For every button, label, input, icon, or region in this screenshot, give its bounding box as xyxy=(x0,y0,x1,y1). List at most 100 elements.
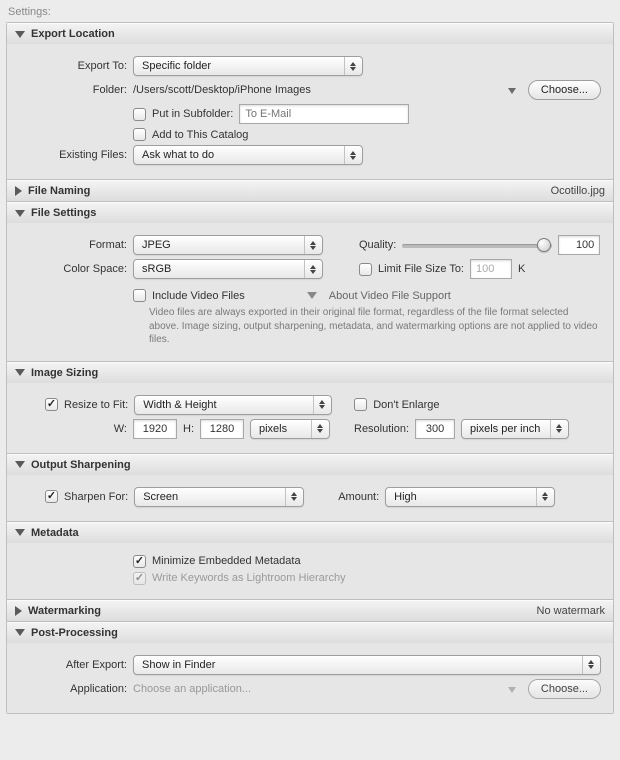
disclosure-down-icon xyxy=(15,461,25,468)
resolution-label: Resolution: xyxy=(354,423,409,435)
section-watermarking: Watermarking No watermark xyxy=(7,600,613,622)
updown-icon xyxy=(313,396,327,414)
size-unit-select[interactable]: pixels xyxy=(250,419,330,439)
section-title: Output Sharpening xyxy=(31,459,605,471)
section-header-file-naming[interactable]: File Naming Ocotillo.jpg xyxy=(7,180,613,201)
section-export-location: Export Location Export To: Specific fold… xyxy=(7,23,613,180)
include-video-checkbox[interactable] xyxy=(133,289,146,302)
resize-to-fit-checkbox[interactable] xyxy=(45,398,58,411)
section-header-watermarking[interactable]: Watermarking No watermark xyxy=(7,600,613,621)
folder-dropdown-icon[interactable] xyxy=(508,88,516,94)
width-input[interactable] xyxy=(133,419,177,439)
amount-select[interactable]: High xyxy=(385,487,555,507)
section-file-naming: File Naming Ocotillo.jpg xyxy=(7,180,613,202)
dont-enlarge-checkbox[interactable] xyxy=(354,398,367,411)
format-select[interactable]: JPEG xyxy=(133,235,323,255)
height-input[interactable] xyxy=(200,419,244,439)
amount-label: Amount: xyxy=(338,491,379,503)
put-in-subfolder-label: Put in Subfolder: xyxy=(152,108,233,120)
format-label: Format: xyxy=(19,239,127,251)
color-space-label: Color Space: xyxy=(19,263,127,275)
put-in-subfolder-checkbox[interactable] xyxy=(133,108,146,121)
sharpen-for-label: Sharpen For: xyxy=(64,491,128,503)
file-naming-aux: Ocotillo.jpg xyxy=(551,185,605,197)
export-to-select[interactable]: Specific folder xyxy=(133,56,363,76)
about-video-label[interactable]: About Video File Support xyxy=(329,290,451,302)
minimize-metadata-checkbox[interactable] xyxy=(133,555,146,568)
quality-label: Quality: xyxy=(359,239,396,251)
disclosure-down-icon[interactable] xyxy=(307,292,317,299)
resize-to-fit-label: Resize to Fit: xyxy=(64,399,128,411)
section-image-sizing: Image Sizing Resize to Fit: Width & Heig… xyxy=(7,362,613,454)
disclosure-down-icon xyxy=(15,369,25,376)
choose-folder-button[interactable]: Choose... xyxy=(528,80,601,100)
updown-icon xyxy=(344,146,358,164)
after-export-value: Show in Finder xyxy=(142,659,578,671)
choose-application-button[interactable]: Choose... xyxy=(528,679,601,699)
updown-icon xyxy=(582,656,596,674)
watermarking-aux: No watermark xyxy=(537,605,605,617)
limit-file-size-label: Limit File Size To: xyxy=(378,263,464,275)
quality-slider[interactable] xyxy=(402,236,552,254)
disclosure-right-icon xyxy=(15,606,22,616)
existing-files-value: Ask what to do xyxy=(142,149,340,161)
amount-value: High xyxy=(394,491,532,503)
quality-input[interactable] xyxy=(558,235,600,255)
section-header-file-settings[interactable]: File Settings xyxy=(7,202,613,223)
disclosure-down-icon xyxy=(15,31,25,38)
format-value: JPEG xyxy=(142,239,300,251)
sharpen-for-select[interactable]: Screen xyxy=(134,487,304,507)
export-to-value: Specific folder xyxy=(142,60,340,72)
sharpen-for-value: Screen xyxy=(143,491,281,503)
size-unit-value: pixels xyxy=(259,423,307,435)
resolution-unit-value: pixels per inch xyxy=(470,423,546,435)
section-file-settings: File Settings Format: JPEG Quality: xyxy=(7,202,613,362)
video-hint-text: Video files are always exported in their… xyxy=(149,306,601,347)
section-title: File Naming xyxy=(28,185,551,197)
add-to-catalog-checkbox[interactable] xyxy=(133,128,146,141)
resize-mode-select[interactable]: Width & Height xyxy=(134,395,332,415)
section-metadata: Metadata Minimize Embedded Metadata Writ… xyxy=(7,522,613,600)
section-post-processing: Post-Processing After Export: Show in Fi… xyxy=(7,622,613,713)
application-placeholder: Choose an application... xyxy=(133,683,502,695)
sharpen-for-checkbox[interactable] xyxy=(45,490,58,503)
section-header-metadata[interactable]: Metadata xyxy=(7,522,613,543)
add-to-catalog-label: Add to This Catalog xyxy=(152,129,248,141)
section-header-post-processing[interactable]: Post-Processing xyxy=(7,622,613,643)
height-label: H: xyxy=(183,423,194,435)
folder-label: Folder: xyxy=(19,84,127,96)
updown-icon xyxy=(304,260,318,278)
write-keywords-checkbox xyxy=(133,572,146,585)
application-dropdown-icon[interactable] xyxy=(508,687,516,693)
color-space-select[interactable]: sRGB xyxy=(133,259,323,279)
existing-files-select[interactable]: Ask what to do xyxy=(133,145,363,165)
slider-knob-icon xyxy=(537,238,551,252)
section-title: Watermarking xyxy=(28,605,537,617)
section-title: Metadata xyxy=(31,527,605,539)
limit-unit-label: K xyxy=(518,263,525,275)
section-header-export-location[interactable]: Export Location xyxy=(7,23,613,44)
application-label: Application: xyxy=(19,683,127,695)
limit-file-size-input[interactable] xyxy=(470,259,512,279)
include-video-label: Include Video Files xyxy=(152,290,245,302)
folder-path: /Users/scott/Desktop/iPhone Images xyxy=(133,84,311,96)
section-header-output-sharpening[interactable]: Output Sharpening xyxy=(7,454,613,475)
resolution-unit-select[interactable]: pixels per inch xyxy=(461,419,569,439)
subfolder-input[interactable] xyxy=(239,104,409,124)
section-title: File Settings xyxy=(31,207,605,219)
resolution-input[interactable] xyxy=(415,419,455,439)
settings-label: Settings: xyxy=(6,4,614,22)
after-export-select[interactable]: Show in Finder xyxy=(133,655,601,675)
disclosure-down-icon xyxy=(15,210,25,217)
limit-file-size-checkbox[interactable] xyxy=(359,263,372,276)
updown-icon xyxy=(550,420,564,438)
disclosure-right-icon xyxy=(15,186,22,196)
color-space-value: sRGB xyxy=(142,263,300,275)
updown-icon xyxy=(304,236,318,254)
section-header-image-sizing[interactable]: Image Sizing xyxy=(7,362,613,383)
resize-mode-value: Width & Height xyxy=(143,399,309,411)
disclosure-down-icon xyxy=(15,629,25,636)
section-title: Post-Processing xyxy=(31,627,605,639)
section-title: Image Sizing xyxy=(31,367,605,379)
updown-icon xyxy=(536,488,550,506)
